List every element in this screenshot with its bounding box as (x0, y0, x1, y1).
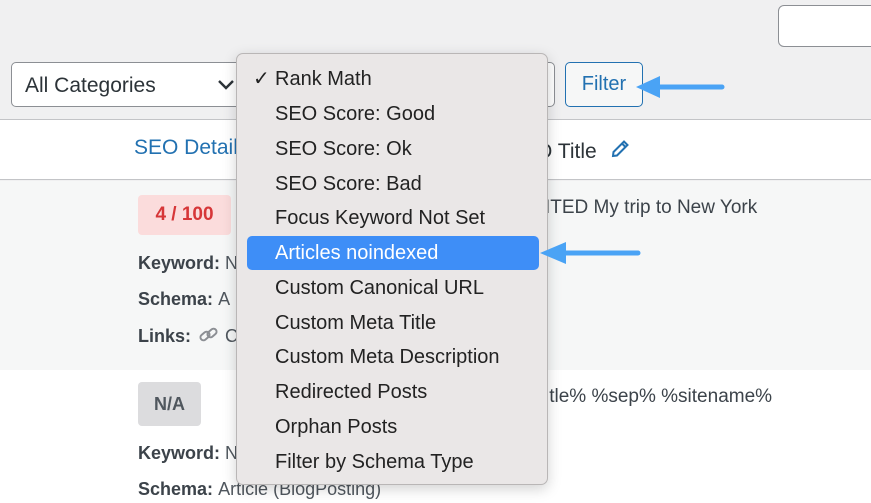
keyword-label: Keyword: (138, 443, 221, 463)
option-label: Orphan Posts (275, 416, 398, 438)
row-seo-title: itle% %sep% %sitename% (545, 386, 773, 407)
row-seo-title: ITED My trip to New York (545, 197, 758, 218)
option-label: Custom Meta Title (275, 312, 437, 334)
column-seo-title[interactable]: O Title (536, 138, 631, 164)
option-label: Filter by Schema Type (275, 451, 474, 473)
link-icon (199, 327, 218, 342)
keyword-meta: Keyword: N (138, 253, 238, 274)
dropdown-option-seo-score-ok[interactable]: SEO Score: Ok (247, 132, 539, 166)
option-label: SEO Score: Ok (275, 138, 412, 160)
dropdown-option-custom-canonical-url[interactable]: Custom Canonical URL (247, 271, 539, 305)
keyword-label: Keyword: (138, 253, 221, 273)
category-select[interactable]: All Categories (11, 62, 247, 107)
dropdown-option-articles-noindexed[interactable]: Articles noindexed (247, 236, 539, 270)
option-label: Articles noindexed (275, 242, 439, 264)
option-label: Redirected Posts (275, 381, 428, 403)
column-seo-details[interactable]: SEO Detail (134, 136, 238, 160)
seo-score-badge: 4 / 100 (138, 195, 231, 235)
seo-filter-dropdown: ✓ Rank Math SEO Score: Good SEO Score: O… (236, 53, 548, 485)
schema-meta: Schema: A (138, 289, 230, 310)
schema-value: A (218, 289, 231, 309)
links-meta: Links: C (138, 325, 238, 347)
schema-label: Schema: (138, 289, 214, 309)
dropdown-option-seo-score-good[interactable]: SEO Score: Good (247, 97, 539, 131)
option-label: Rank Math (275, 68, 372, 90)
dropdown-option-orphan-posts[interactable]: Orphan Posts (247, 410, 539, 444)
option-label: SEO Score: Bad (275, 173, 422, 195)
category-select-value: All Categories (25, 74, 156, 97)
option-label: Focus Keyword Not Set (275, 207, 486, 229)
option-label: Custom Canonical URL (275, 277, 484, 299)
dropdown-option-focus-keyword-not-set[interactable]: Focus Keyword Not Set (247, 201, 539, 235)
dropdown-option-redirected-posts[interactable]: Redirected Posts (247, 375, 539, 409)
chevron-down-icon (218, 80, 234, 90)
arrow-pointer-icon (636, 76, 725, 98)
keyword-meta: Keyword: N (138, 443, 238, 464)
search-input[interactable] (778, 5, 871, 47)
links-label: Links: (138, 326, 192, 346)
dropdown-option-rank-math[interactable]: ✓ Rank Math (247, 62, 539, 96)
dropdown-option-filter-by-schema-type[interactable]: Filter by Schema Type (247, 445, 539, 479)
arrow-pointer-icon (540, 242, 641, 264)
checkmark-icon: ✓ (253, 68, 270, 90)
schema-label: Schema: (138, 479, 214, 499)
option-label: Custom Meta Description (275, 346, 500, 368)
seo-score-badge: N/A (138, 382, 201, 426)
option-label: SEO Score: Good (275, 103, 436, 125)
dropdown-option-custom-meta-title[interactable]: Custom Meta Title (247, 306, 539, 340)
pencil-icon[interactable] (609, 138, 631, 160)
dropdown-option-custom-meta-description[interactable]: Custom Meta Description (247, 340, 539, 374)
dropdown-option-seo-score-bad[interactable]: SEO Score: Bad (247, 167, 539, 201)
